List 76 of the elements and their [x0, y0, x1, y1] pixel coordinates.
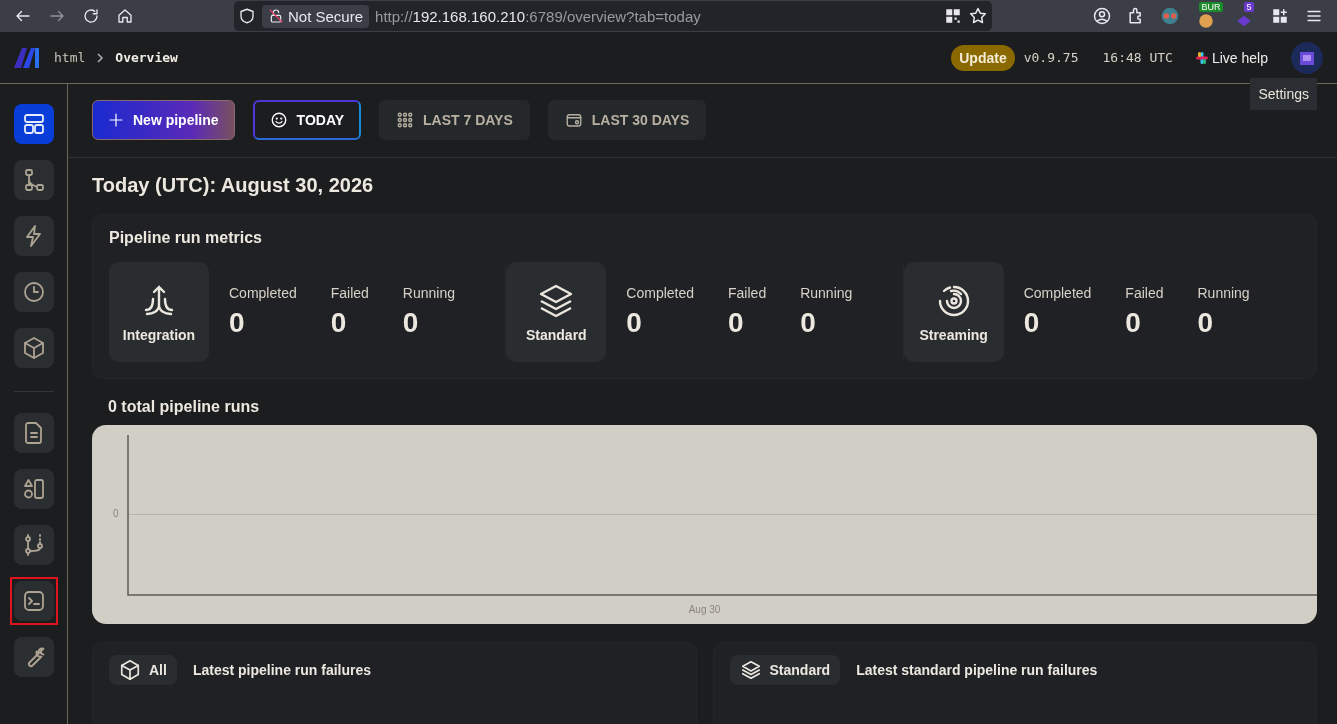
date-range-tab[interactable]: LAST 7 DAYS — [379, 100, 530, 140]
live-help-link[interactable]: Live help — [1195, 49, 1268, 66]
stat-label: Failed — [330, 285, 369, 301]
sidebar-button[interactable] — [13, 637, 54, 677]
settings-tooltip: Settings — [1250, 78, 1317, 110]
plus-icon — [108, 112, 124, 128]
stat-value: 0 — [1197, 307, 1215, 339]
shapes-icon — [21, 477, 46, 501]
cube-icon — [119, 659, 141, 681]
tile-label: Integration — [122, 327, 196, 343]
stat-label: Failed — [728, 285, 767, 301]
stat-label: Completed — [1023, 285, 1092, 301]
stat-value: 0 — [229, 307, 246, 339]
axis-tick-label: Aug 30 — [688, 604, 721, 615]
new-pipeline-button[interactable]: New pipeline — [92, 100, 235, 140]
sidebar-button[interactable] — [13, 413, 54, 453]
stat-label: Running — [800, 285, 853, 301]
stat-value: 0 — [402, 307, 420, 339]
avatar[interactable] — [1291, 41, 1323, 74]
stat-label: Completed — [626, 285, 695, 301]
axis-tick-label: 0 — [113, 508, 119, 519]
panel-title: Latest pipeline run failures — [192, 661, 372, 680]
page-title: Overview — [115, 50, 178, 65]
version-label: v0.9.75 — [1023, 50, 1079, 65]
clock-time: 16:48 UTC — [1102, 50, 1173, 65]
dot-grid-icon — [396, 111, 415, 129]
home-icon[interactable] — [116, 7, 134, 25]
tile-label: Streaming — [919, 327, 988, 343]
date-range-tab[interactable]: LAST 30 DAYS — [547, 100, 707, 140]
stat-value: 0 — [626, 307, 643, 339]
extension-badge: BUR — [1199, 2, 1223, 12]
logo-icon[interactable] — [14, 47, 40, 68]
panel-title: Latest standard pipeline run failures — [856, 661, 1098, 680]
sidebar-button[interactable] — [13, 160, 54, 200]
cube-icon — [21, 336, 46, 360]
stat-label: Failed — [1125, 285, 1164, 301]
wallet-icon — [564, 111, 583, 129]
sidebar-button[interactable] — [13, 104, 54, 144]
security-indicator[interactable]: Not Secure — [262, 4, 370, 28]
chevron-icon — [95, 51, 106, 64]
page-heading: Today (UTC): August 30, 2026 — [92, 174, 375, 197]
stat-label: Completed — [229, 285, 297, 301]
stat-value: 0 — [728, 307, 745, 339]
sidebar-button[interactable] — [13, 328, 54, 368]
sidebar-button[interactable] — [13, 216, 54, 256]
sidebar-button[interactable] — [13, 525, 54, 565]
sidebar-button[interactable] — [13, 272, 54, 312]
url-text: http://192.168.160.210:6789/overview?tab=today — [375, 7, 701, 25]
extension-icon[interactable] — [1197, 12, 1215, 30]
tile-label: Standard — [526, 327, 587, 343]
terminal-icon — [21, 589, 46, 613]
stat-value: 0 — [1023, 307, 1041, 339]
date-range-tab[interactable]: TODAY — [252, 100, 362, 140]
star-icon[interactable] — [968, 6, 988, 26]
pipeline-type-tag: Standard — [729, 655, 841, 685]
shield-icon — [238, 7, 256, 25]
stat-value: 0 — [800, 307, 817, 339]
extension-badge: 5 — [1244, 2, 1254, 12]
layers-icon — [739, 659, 762, 681]
qr-code-icon[interactable] — [944, 7, 962, 25]
address-bar[interactable]: Not Secure http://192.168.160.210:6789/overview?tab=today — [234, 1, 992, 31]
clock-icon — [21, 280, 46, 304]
breadcrumb-link[interactable]: html — [54, 50, 86, 65]
sidebar-button[interactable] — [13, 469, 54, 509]
reload-icon[interactable] — [82, 7, 100, 25]
smiley-icon — [269, 111, 288, 129]
slack-icon — [1195, 51, 1208, 64]
card-title: Pipeline run metrics — [109, 229, 263, 247]
chart-title: 0 total pipeline runs — [108, 398, 261, 416]
stat-value: 0 — [330, 307, 348, 339]
stat-label: Running — [1197, 285, 1250, 301]
update-button[interactable]: Update — [951, 44, 1015, 71]
stat-value: 0 — [1125, 307, 1142, 339]
stat-label: Running — [402, 285, 455, 301]
pipeline-type-tag: All — [109, 655, 177, 685]
layout-icon — [21, 112, 46, 136]
